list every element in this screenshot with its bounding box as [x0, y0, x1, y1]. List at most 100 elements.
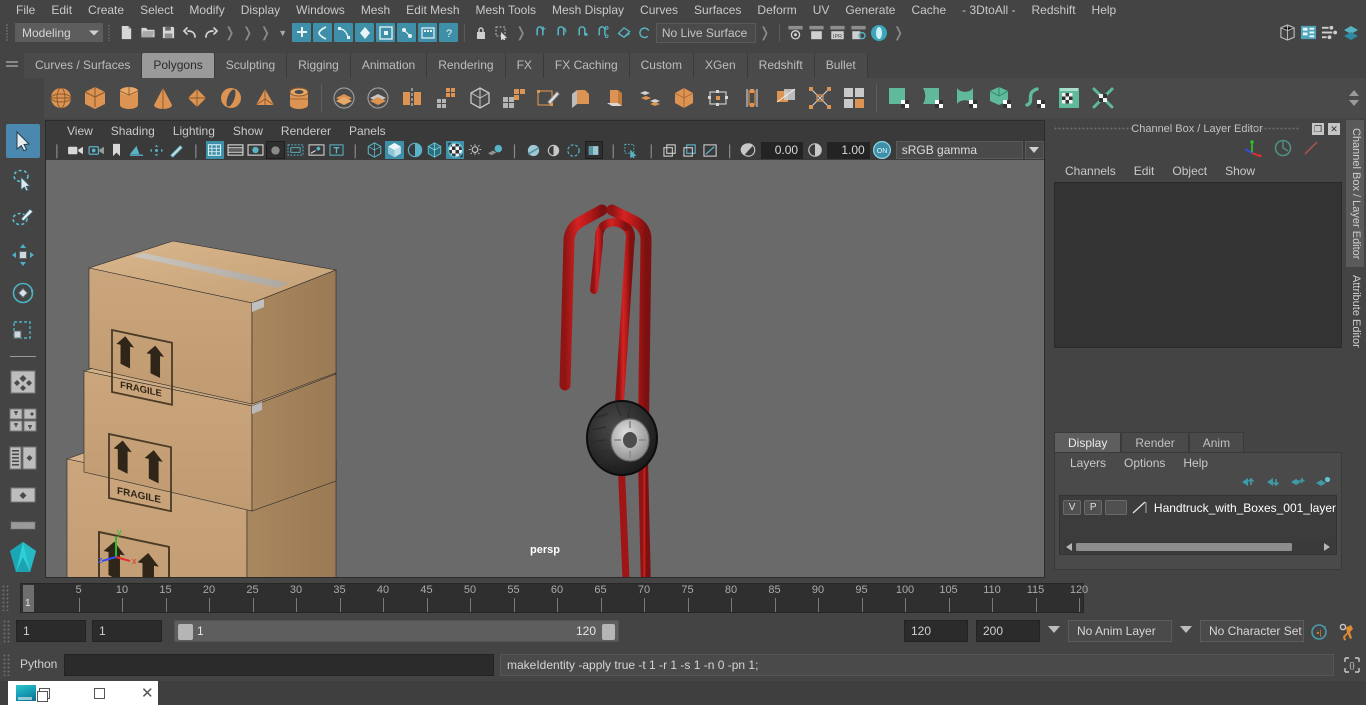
show-manipulator-icon[interactable] [1244, 139, 1264, 160]
layer-shading-toggle[interactable] [1105, 500, 1127, 515]
viewport-collapse-bracket-2[interactable]: ❘ [187, 142, 205, 159]
new-layer-from-selected-icon[interactable] [1315, 476, 1331, 491]
menu-generate[interactable]: Generate [837, 1, 903, 19]
poly-bridge-icon[interactable] [633, 81, 667, 115]
toolbar-collapse-bracket-4[interactable]: ❭ [512, 24, 530, 41]
flat-shade-icon[interactable] [406, 141, 424, 159]
current-time-indicator[interactable]: 1 [23, 585, 34, 612]
script-editor-icon[interactable]: {} [1342, 655, 1362, 675]
menu-edit[interactable]: Edit [43, 1, 80, 19]
tab-render[interactable]: Render [1121, 432, 1189, 452]
range-end-time-field[interactable]: 120 [904, 620, 968, 642]
lock-icon[interactable] [471, 23, 490, 42]
toolbar-collapse-bracket-5[interactable]: ❭ [756, 24, 774, 41]
layer-color-swatch[interactable] [1130, 500, 1148, 515]
side-tab-channel-box[interactable]: Channel Box / Layer Editor [1346, 120, 1364, 268]
poly-multicut-icon[interactable] [735, 81, 769, 115]
channels-menu[interactable]: Channels [1056, 164, 1125, 178]
animation-end-time-field[interactable]: 200 [976, 620, 1040, 642]
viewport-menu-lighting[interactable]: Lighting [164, 124, 224, 138]
move-tool[interactable] [6, 238, 40, 272]
help-menu[interactable]: Help [1174, 456, 1217, 470]
viewport-collapse-bracket-5[interactable]: ❘ [604, 142, 622, 159]
hardware-texturing-icon[interactable] [446, 141, 465, 159]
2d-pan-zoom-icon[interactable] [148, 141, 166, 159]
four-view-layout[interactable] [6, 403, 40, 437]
move-layer-up-icon[interactable] [1240, 476, 1256, 491]
side-tab-attribute-editor[interactable]: Attribute Editor [1346, 267, 1364, 356]
snap-to-grid-icon[interactable] [355, 23, 375, 42]
menu-3dtoall[interactable]: - 3DtoAll - [954, 1, 1023, 19]
menu-mesh-tools[interactable]: Mesh Tools [468, 1, 544, 19]
film-gate-overlay-icon[interactable] [287, 141, 305, 159]
hypergraph-persp-layout[interactable] [6, 479, 40, 513]
new-layer-icon[interactable] [1290, 476, 1306, 491]
lasso-select-tool[interactable] [6, 162, 40, 196]
animation-preferences-icon[interactable] [1338, 623, 1358, 644]
range-start-time-field[interactable]: 1 [92, 620, 162, 642]
toolbar-collapse-bracket[interactable]: ❭ [221, 24, 239, 41]
high-quality-render-icon[interactable] [585, 141, 604, 159]
range-handle-left[interactable] [178, 624, 193, 640]
poly-sphere-icon[interactable] [44, 81, 78, 115]
anim-layer-select[interactable]: No Anim Layer [1068, 620, 1172, 642]
panel-grip-right[interactable] [1244, 127, 1300, 130]
poly-boolean-union-icon[interactable] [327, 81, 361, 115]
move-layer-down-icon[interactable] [1265, 476, 1281, 491]
help-snap-icon[interactable]: ? [439, 23, 459, 42]
menu-create[interactable]: Create [80, 1, 132, 19]
render-current-frame-icon[interactable] [786, 23, 805, 42]
viewport-menu-view[interactable]: View [58, 124, 102, 138]
persp-graph-layout[interactable] [6, 517, 40, 535]
color-management-select[interactable]: sRGB gamma [895, 141, 1023, 159]
options-menu[interactable]: Options [1115, 456, 1174, 470]
viewport-menu-panels[interactable]: Panels [340, 124, 395, 138]
open-scene-icon[interactable] [138, 23, 157, 42]
color-management-dropdown-arrow[interactable] [1024, 141, 1044, 159]
grid-icon[interactable] [205, 141, 224, 159]
xray-active-components-icon[interactable] [681, 141, 699, 159]
menu-redshift[interactable]: Redshift [1024, 1, 1084, 19]
animation-start-time-field[interactable]: 1 [16, 620, 86, 642]
app-thumbnail[interactable] [16, 685, 36, 701]
select-tool[interactable] [5, 124, 40, 158]
shelf-tab-sculpting[interactable]: Sculpting [214, 53, 288, 78]
poly-uv-layout-icon[interactable] [1086, 81, 1120, 115]
tab-anim[interactable]: Anim [1188, 432, 1245, 452]
scroll-right-icon[interactable] [1324, 542, 1330, 551]
poly-target-weld-icon[interactable] [769, 81, 803, 115]
scroll-up-icon[interactable] [1349, 90, 1359, 96]
shelf-tab-polygons[interactable]: Polygons [142, 53, 215, 78]
undo-icon[interactable] [180, 23, 199, 42]
show-hide-attribute-editor-icon[interactable] [1299, 23, 1318, 42]
edit-menu[interactable]: Edit [1125, 164, 1164, 178]
menu-mesh-display[interactable]: Mesh Display [544, 1, 632, 19]
image-plane-icon[interactable] [127, 141, 145, 159]
gate-mask-icon[interactable] [266, 141, 285, 159]
select-by-hierarchy-icon[interactable] [292, 23, 312, 42]
show-hide-channel-box-icon[interactable] [1341, 23, 1360, 42]
anti-aliasing-icon[interactable] [565, 141, 583, 159]
menu-curves[interactable]: Curves [632, 1, 686, 19]
character-set-select[interactable]: No Character Set [1200, 620, 1304, 642]
ambient-occlusion-icon[interactable] [524, 141, 542, 159]
single-perspective-layout[interactable] [6, 365, 40, 399]
shaded-wireframe-icon[interactable] [426, 141, 444, 159]
layers-menu[interactable]: Layers [1061, 456, 1115, 470]
exposure-icon[interactable] [739, 141, 757, 159]
poly-boolean-difference-icon[interactable] [361, 81, 395, 115]
select-camera-icon[interactable] [67, 141, 85, 159]
layer-row[interactable]: V P Handtruck_with_Boxes_001_layer [1060, 498, 1336, 517]
make-live-icon[interactable] [615, 23, 634, 42]
poly-combine-icon[interactable] [429, 81, 463, 115]
layer-list-scrollbar[interactable] [1064, 541, 1332, 552]
poly-smooth-icon[interactable] [463, 81, 497, 115]
range-handle-right[interactable] [602, 624, 615, 640]
show-hide-modeling-toolkit-icon[interactable] [1278, 23, 1297, 42]
close-icon[interactable]: ✕ [141, 686, 154, 701]
shadows-icon[interactable] [486, 141, 504, 159]
text-overlay-icon[interactable] [327, 141, 345, 159]
menu-modify[interactable]: Modify [181, 1, 232, 19]
range-slider-track[interactable]: 1 120 [174, 620, 619, 642]
tab-display[interactable]: Display [1054, 432, 1122, 452]
